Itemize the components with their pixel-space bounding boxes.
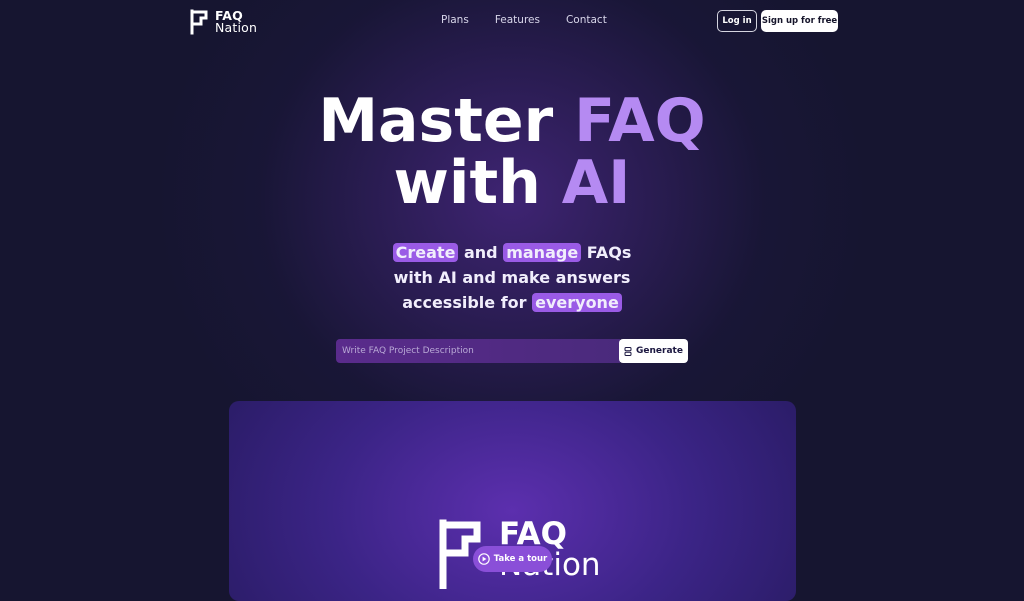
generate-form: Generate <box>336 339 688 363</box>
nav-link-contact[interactable]: Contact <box>566 14 607 26</box>
highlight-everyone: everyone <box>532 293 622 312</box>
hourglass-icon <box>624 346 632 356</box>
brand-logo[interactable]: FAQ Nation <box>189 9 257 35</box>
hero-title-accent-faq: FAQ <box>574 86 706 156</box>
nav-link-features[interactable]: Features <box>495 14 540 26</box>
hero-title-line-1: Master FAQ <box>0 90 1024 152</box>
nav-links: Plans Features Contact <box>441 14 607 26</box>
generate-label: Generate <box>636 346 683 356</box>
highlight-create: Create <box>392 243 459 262</box>
hero-subtitle: Create and manage FAQs with AI and make … <box>0 240 1024 315</box>
hero-title-text-2: with <box>393 148 562 218</box>
subtitle-line-2: with AI and make answers <box>393 268 631 287</box>
highlight-manage: manage <box>503 243 582 262</box>
play-circle-icon <box>477 553 490 565</box>
faq-description-input[interactable] <box>336 339 620 363</box>
top-nav: FAQ Nation Plans Features Contact Log in… <box>0 0 1024 44</box>
logo-line-2: Nation <box>215 20 258 35</box>
hero-title-line-2: with AI <box>0 152 1024 214</box>
hero-title-text-1: Master <box>318 86 575 156</box>
generate-button[interactable]: Generate <box>619 339 688 363</box>
login-button[interactable]: Log in <box>717 10 757 32</box>
take-tour-label: Take a tour <box>493 554 548 564</box>
signup-button[interactable]: Sign up for free <box>761 10 838 32</box>
logo-text: FAQ Nation <box>215 9 258 35</box>
hero-title: Master FAQ with AI <box>0 90 1024 214</box>
subtitle-text-1: and <box>458 243 504 262</box>
flag-logo-icon <box>190 9 208 35</box>
subtitle-text-2: FAQs <box>581 243 632 262</box>
hero-title-accent-ai: AI <box>561 148 631 218</box>
subtitle-line-1: Create and manage FAQs <box>0 240 1024 265</box>
nav-link-plans[interactable]: Plans <box>441 14 469 26</box>
subtitle-line-3: accessible for everyone <box>0 290 1024 315</box>
take-tour-button[interactable]: Take a tour <box>473 546 552 572</box>
preview-video-card[interactable]: FAQ Nation Take a tour <box>229 401 796 601</box>
subtitle-text-3: accessible for <box>402 293 533 312</box>
